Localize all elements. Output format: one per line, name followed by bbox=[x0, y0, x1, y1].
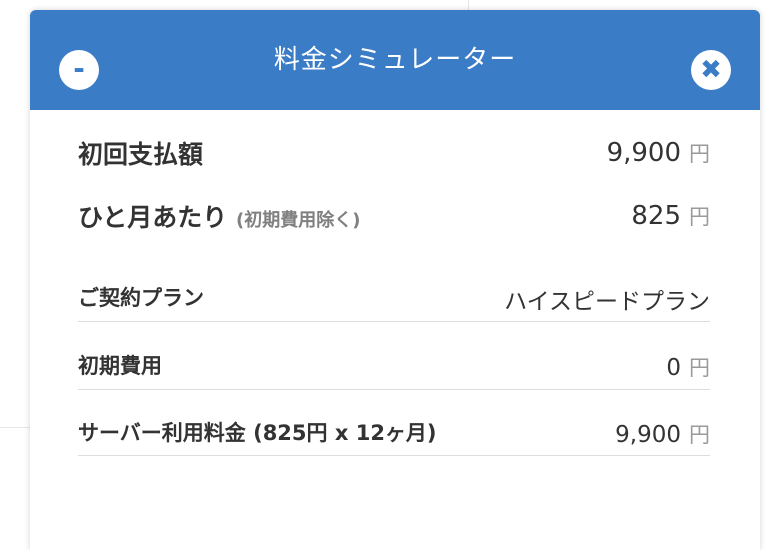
detail-label: ご契約プラン bbox=[78, 286, 204, 310]
minimize-button[interactable]: - bbox=[59, 50, 99, 90]
detail-value: ハイスピードプラン bbox=[504, 289, 710, 315]
summary-value: 9,900 円 bbox=[607, 138, 710, 168]
detail-amount: 0 bbox=[666, 355, 681, 381]
summary-value: 825 円 bbox=[631, 201, 710, 231]
summary-amount: 9,900 bbox=[606, 138, 681, 168]
detail-label: サーバー利用料金 (825円 x 12ヶ月) bbox=[78, 421, 437, 445]
summary-label: ひと月あたり (初期費用除く) bbox=[78, 198, 360, 234]
summary-label-note: (初期費用除く) bbox=[235, 210, 361, 231]
close-icon: ✖ bbox=[700, 55, 722, 85]
detail-row-server-fee: サーバー利用料金 (825円 x 12ヶ月) 9,900 円 bbox=[78, 417, 710, 449]
summary-amount: 825 bbox=[631, 201, 681, 231]
summary-unit: 円 bbox=[689, 205, 710, 229]
dialog-header: 料金シミュレーター - ✖ bbox=[30, 10, 760, 110]
detail-row-plan: ご契約プラン ハイスピードプラン bbox=[78, 282, 710, 315]
price-simulator-dialog: 料金シミュレーター - ✖ 初回支払額 9,900 円 ひと月あたり (初期費用除… bbox=[30, 10, 760, 550]
detail-label: 初期費用 bbox=[78, 354, 162, 378]
detail-divider bbox=[78, 321, 710, 322]
minus-icon: - bbox=[73, 52, 85, 85]
detail-amount: 9,900 bbox=[615, 422, 681, 448]
detail-divider bbox=[78, 389, 710, 390]
summary-unit: 円 bbox=[689, 142, 710, 166]
summary-label-text: ひと月あたり bbox=[78, 203, 228, 232]
summary-row-monthly: ひと月あたり (初期費用除く) 825 円 bbox=[78, 198, 710, 234]
detail-unit: 円 bbox=[689, 423, 710, 447]
summary-label: 初回支払額 bbox=[78, 140, 204, 169]
summary-row-initial-payment: 初回支払額 9,900 円 bbox=[78, 135, 710, 171]
dialog-title: 料金シミュレーター bbox=[273, 45, 517, 75]
close-button[interactable]: ✖ bbox=[691, 50, 731, 90]
detail-divider bbox=[78, 455, 710, 456]
detail-unit: 円 bbox=[689, 356, 710, 380]
detail-value: 0円 bbox=[666, 352, 710, 382]
background-divider-horizontal bbox=[0, 427, 30, 428]
detail-value: 9,900 円 bbox=[615, 419, 710, 449]
detail-row-initial-fee: 初期費用 0円 bbox=[78, 350, 710, 382]
